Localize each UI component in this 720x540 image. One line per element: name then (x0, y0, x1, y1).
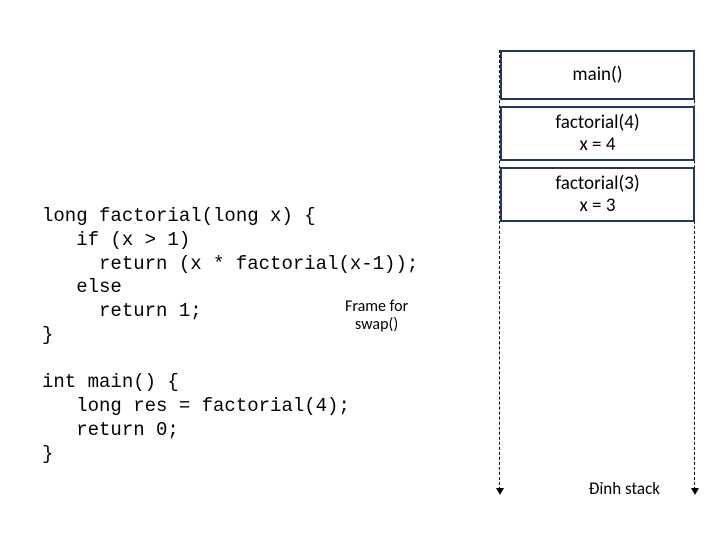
annotation-line2: swap() (345, 316, 408, 334)
frame-annotation: Frame for swap() (345, 298, 408, 335)
stack-frame-factorial-3: factorial(3) x = 3 (500, 167, 695, 222)
stack-frame-factorial-4: factorial(4) x = 4 (500, 106, 695, 161)
stack-bottom-label: Đỉnh stack (589, 478, 660, 499)
arrow-down-right-icon (691, 488, 699, 495)
frame-label-line1: factorial(4) (502, 112, 693, 134)
code-area: long factorial(long x) { if (x > 1) retu… (42, 205, 418, 466)
stack-column: main() factorial(4) x = 4 factorial(3) x… (500, 50, 695, 228)
frame-label-line2: x = 3 (502, 195, 693, 217)
code-main: int main() { long res = factorial(4); re… (42, 371, 350, 464)
frame-label-line1: factorial(3) (502, 173, 693, 195)
arrow-down-left-icon (496, 488, 504, 495)
frame-label: main() (502, 64, 693, 86)
stack-frame-main: main() (500, 50, 695, 100)
frame-label-line2: x = 4 (502, 134, 693, 156)
annotation-line1: Frame for (345, 298, 408, 316)
